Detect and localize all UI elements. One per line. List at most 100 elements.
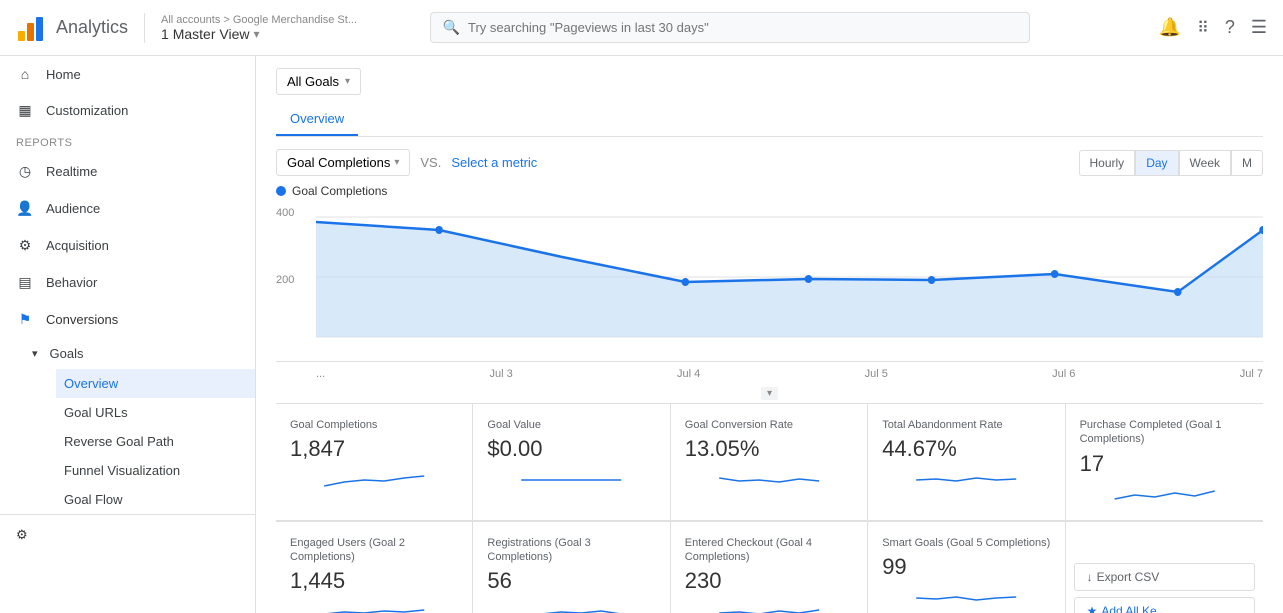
notifications-icon[interactable]: 🔔 — [1159, 17, 1181, 38]
all-goals-bar: All Goals ▾ — [276, 68, 1263, 95]
main-content: All Goals ▾ Overview Goal Completions ▾ … — [256, 56, 1283, 613]
conversions-icon: ⚑ — [16, 311, 34, 328]
sidebar-label-funnel-visualization: Funnel Visualization — [64, 463, 180, 478]
sidebar-label-realtime: Realtime — [46, 164, 97, 179]
vs-label: VS. — [420, 155, 441, 170]
export-csv-label: Export CSV — [1097, 570, 1160, 584]
metric-dropdown-button[interactable]: Goal Completions ▾ — [276, 149, 410, 176]
sidebar-label-acquisition: Acquisition — [46, 238, 109, 253]
sidebar-label-reverse-goal-path: Reverse Goal Path — [64, 434, 174, 449]
time-btn-month[interactable]: M — [1231, 150, 1263, 176]
analytics-logo-icon — [16, 13, 46, 43]
chart-scroll-indicator[interactable]: ▾ — [276, 384, 1263, 399]
metric-card-goal4: Entered Checkout (Goal 4 Completions) 23… — [671, 522, 868, 613]
sidebar-item-audience[interactable]: 👤 Audience — [0, 190, 255, 227]
metric-card-goal5: Smart Goals (Goal 5 Completions) 99 — [868, 522, 1065, 613]
sparkline-abandonment-rate — [882, 466, 1050, 494]
sidebar-label-home: Home — [46, 67, 81, 82]
sparkline-goal1 — [1080, 481, 1249, 509]
master-view-dropdown-arrow[interactable]: ▾ — [253, 27, 259, 41]
sidebar-item-overview[interactable]: Overview — [56, 369, 255, 398]
x-label-jul5: Jul 5 — [865, 368, 888, 380]
legend-label: Goal Completions — [292, 184, 387, 198]
star-icon: ★ — [1087, 604, 1098, 613]
sparkline-goal4 — [685, 598, 853, 613]
x-label-0: ... — [316, 368, 325, 380]
sparkline-completions — [290, 466, 458, 494]
home-icon: ⌂ — [16, 66, 34, 82]
content-inner: All Goals ▾ Overview Goal Completions ▾ … — [256, 56, 1283, 613]
help-icon[interactable]: ? — [1225, 17, 1235, 38]
sidebar-item-conversions[interactable]: ⚑ Conversions — [0, 301, 255, 338]
metric-card-export: ↓ Export CSV ★ Add All Ke — [1066, 522, 1263, 613]
metric-card-conversion-rate: Goal Conversion Rate 13.05% — [671, 404, 868, 521]
sidebar-item-funnel-visualization[interactable]: Funnel Visualization — [56, 456, 255, 485]
sparkline-goal5 — [882, 584, 1050, 612]
sidebar-label-overview: Overview — [64, 376, 118, 391]
export-csv-button[interactable]: ↓ Export CSV — [1074, 563, 1255, 591]
all-goals-button[interactable]: All Goals ▾ — [276, 68, 361, 95]
sidebar-item-goal-urls[interactable]: Goal URLs — [56, 398, 255, 427]
search-bar[interactable]: 🔍 — [430, 12, 1030, 43]
breadcrumb-bottom: 1 Master View ▾ — [161, 26, 357, 42]
metric-label-goal4: Entered Checkout (Goal 4 Completions) — [685, 536, 853, 565]
search-input[interactable] — [468, 20, 1017, 35]
export-icon: ↓ — [1087, 570, 1093, 584]
chart-x-labels: ... Jul 3 Jul 4 Jul 5 Jul 6 Jul 7 — [276, 366, 1263, 384]
metric-card-goal1: Purchase Completed (Goal 1 Completions) … — [1066, 404, 1263, 521]
chart-controls: Goal Completions ▾ VS. Select a metric H… — [276, 149, 1263, 176]
sidebar-item-goal-flow[interactable]: Goal Flow — [56, 485, 255, 514]
sidebar-label-goals: Goals — [50, 346, 84, 361]
metric-label-value: Goal Value — [487, 418, 655, 432]
main-layout: ⌂ Home ▦ Customization REPORTS ◷ Realtim… — [0, 56, 1283, 613]
metric-card-completions: Goal Completions 1,847 — [276, 404, 473, 521]
sidebar-item-behavior[interactable]: ▤ Behavior — [0, 264, 255, 301]
search-icon: 🔍 — [443, 19, 460, 36]
sidebar-item-customization[interactable]: ▦ Customization — [0, 92, 255, 129]
metric-value-goal5: 99 — [882, 554, 1050, 580]
logo-text: Analytics — [56, 17, 128, 38]
sidebar-item-goals[interactable]: ▾ Goals — [20, 338, 255, 369]
metric-value-conversion-rate: 13.05% — [685, 436, 853, 462]
tab-overview[interactable]: Overview — [276, 103, 358, 136]
sidebar-item-home[interactable]: ⌂ Home — [0, 56, 255, 92]
sidebar-item-acquisition[interactable]: ⚙ Acquisition — [0, 227, 255, 264]
settings-icon: ⚙ — [16, 527, 28, 543]
add-all-key-label: Add All Ke — [1101, 604, 1156, 613]
sidebar-label-conversions: Conversions — [46, 312, 118, 327]
breadcrumb: All accounts > Google Merchandise St... … — [161, 14, 357, 42]
metric-card-goal3: Registrations (Goal 3 Completions) 56 — [473, 522, 670, 613]
metric-label-goal5: Smart Goals (Goal 5 Completions) — [882, 536, 1050, 550]
metric-value-completions: 1,847 — [290, 436, 458, 462]
y-label-400: 400 — [276, 207, 294, 219]
sidebar-item-realtime[interactable]: ◷ Realtime — [0, 153, 255, 190]
all-goals-label: All Goals — [287, 74, 339, 89]
select-metric-link[interactable]: Select a metric — [451, 155, 537, 170]
x-label-jul3: Jul 3 — [489, 368, 512, 380]
chart-legend: Goal Completions — [276, 184, 1263, 198]
sidebar-item-reverse-goal-path[interactable]: Reverse Goal Path — [56, 427, 255, 456]
all-goals-dropdown-icon: ▾ — [345, 76, 350, 87]
metric-label: Goal Completions — [287, 155, 390, 170]
sidebar-label-customization: Customization — [46, 103, 128, 118]
goals-expand-icon: ▾ — [32, 347, 38, 360]
time-btn-hourly[interactable]: Hourly — [1079, 150, 1136, 176]
y-label-200: 200 — [276, 274, 294, 286]
sidebar-label-behavior: Behavior — [46, 275, 97, 290]
sparkline-goal3 — [487, 598, 655, 613]
metric-card-goal2: Engaged Users (Goal 2 Completions) 1,445 — [276, 522, 473, 613]
time-btn-week[interactable]: Week — [1179, 150, 1231, 176]
sidebar-label-audience: Audience — [46, 201, 100, 216]
add-all-key-button[interactable]: ★ Add All Ke — [1074, 597, 1255, 613]
sparkline-conversion-rate — [685, 466, 853, 494]
metric-value-goal4: 230 — [685, 568, 853, 594]
account-icon[interactable]: ☰ — [1251, 17, 1267, 38]
metric-cards-row2: Engaged Users (Goal 2 Completions) 1,445… — [276, 521, 1263, 613]
metric-label-goal3: Registrations (Goal 3 Completions) — [487, 536, 655, 565]
time-btn-day[interactable]: Day — [1135, 150, 1178, 176]
metric-label-goal2: Engaged Users (Goal 2 Completions) — [290, 536, 458, 565]
apps-icon[interactable]: ⠿ — [1197, 18, 1209, 38]
tabs: Overview — [276, 103, 1263, 137]
settings-item[interactable]: ⚙ — [0, 514, 255, 555]
x-label-jul6: Jul 6 — [1052, 368, 1075, 380]
